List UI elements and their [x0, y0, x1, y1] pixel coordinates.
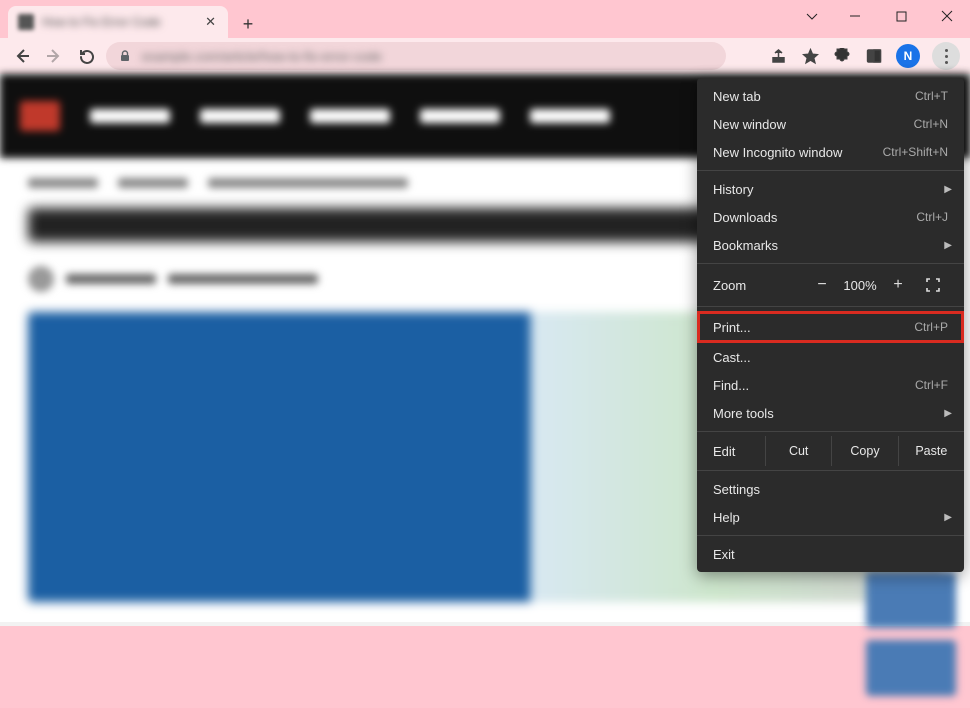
- share-icon[interactable]: [768, 46, 788, 66]
- menu-separator: [697, 431, 964, 432]
- menu-more-tools[interactable]: More tools ▶: [697, 399, 964, 427]
- submenu-arrow-icon: ▶: [944, 512, 952, 523]
- reading-list-icon[interactable]: [864, 46, 884, 66]
- menu-print[interactable]: Print... Ctrl+P: [697, 311, 964, 343]
- tab-close-icon[interactable]: ✕: [203, 12, 218, 32]
- edit-copy-button[interactable]: Copy: [831, 436, 897, 466]
- forward-button[interactable]: [42, 44, 66, 68]
- fullscreen-icon: [926, 278, 940, 292]
- edit-cut-button[interactable]: Cut: [765, 436, 831, 466]
- zoom-label: Zoom: [713, 278, 808, 293]
- menu-separator: [697, 306, 964, 307]
- menu-separator: [697, 263, 964, 264]
- back-button[interactable]: [10, 44, 34, 68]
- window-minimize-button[interactable]: [832, 0, 878, 32]
- menu-help[interactable]: Help ▶: [697, 503, 964, 531]
- new-tab-button[interactable]: +: [234, 10, 262, 38]
- submenu-arrow-icon: ▶: [944, 184, 952, 195]
- window-maximize-button[interactable]: [878, 0, 924, 32]
- window-close-button[interactable]: [924, 0, 970, 32]
- submenu-arrow-icon: ▶: [944, 240, 952, 251]
- chrome-menu: New tab Ctrl+T New window Ctrl+N New Inc…: [697, 78, 964, 572]
- submenu-arrow-icon: ▶: [944, 408, 952, 419]
- menu-item-label: New tab: [713, 89, 915, 104]
- menu-separator: [697, 170, 964, 171]
- tab-title: How to Fix Error Code: [42, 15, 203, 29]
- menu-exit[interactable]: Exit: [697, 540, 964, 568]
- reload-button[interactable]: [74, 44, 98, 68]
- menu-incognito[interactable]: New Incognito window Ctrl+Shift+N: [697, 138, 964, 166]
- fullscreen-button[interactable]: [918, 270, 948, 300]
- menu-item-shortcut: Ctrl+T: [915, 89, 948, 103]
- menu-bookmarks[interactable]: Bookmarks ▶: [697, 231, 964, 259]
- menu-zoom: Zoom − 100% +: [697, 268, 964, 302]
- menu-find[interactable]: Find... Ctrl+F: [697, 371, 964, 399]
- menu-history[interactable]: History ▶: [697, 175, 964, 203]
- url-text: example.com/article/how-to-fix-error-cod…: [142, 49, 714, 64]
- menu-cast[interactable]: Cast...: [697, 343, 964, 371]
- chrome-menu-button[interactable]: [932, 42, 960, 70]
- toolbar: example.com/article/how-to-fix-error-cod…: [0, 38, 970, 74]
- menu-separator: [697, 470, 964, 471]
- zoom-in-button[interactable]: +: [884, 276, 912, 294]
- bookmark-star-icon[interactable]: [800, 46, 820, 66]
- lock-icon: [118, 49, 132, 63]
- browser-tab[interactable]: How to Fix Error Code ✕: [8, 6, 228, 38]
- extensions-icon[interactable]: [832, 46, 852, 66]
- more-vert-icon: [945, 49, 948, 64]
- tab-search-button[interactable]: [792, 0, 832, 32]
- zoom-value: 100%: [836, 278, 884, 293]
- edit-paste-button[interactable]: Paste: [898, 436, 964, 466]
- menu-downloads[interactable]: Downloads Ctrl+J: [697, 203, 964, 231]
- edit-label: Edit: [697, 436, 765, 466]
- address-bar[interactable]: example.com/article/how-to-fix-error-cod…: [106, 42, 726, 70]
- profile-avatar[interactable]: N: [896, 44, 920, 68]
- menu-new-tab[interactable]: New tab Ctrl+T: [697, 82, 964, 110]
- menu-separator: [697, 535, 964, 536]
- window-controls: [792, 0, 970, 32]
- tab-favicon: [18, 14, 34, 30]
- menu-settings[interactable]: Settings: [697, 475, 964, 503]
- zoom-out-button[interactable]: −: [808, 276, 836, 294]
- menu-edit-row: Edit Cut Copy Paste: [697, 436, 964, 466]
- menu-new-window[interactable]: New window Ctrl+N: [697, 110, 964, 138]
